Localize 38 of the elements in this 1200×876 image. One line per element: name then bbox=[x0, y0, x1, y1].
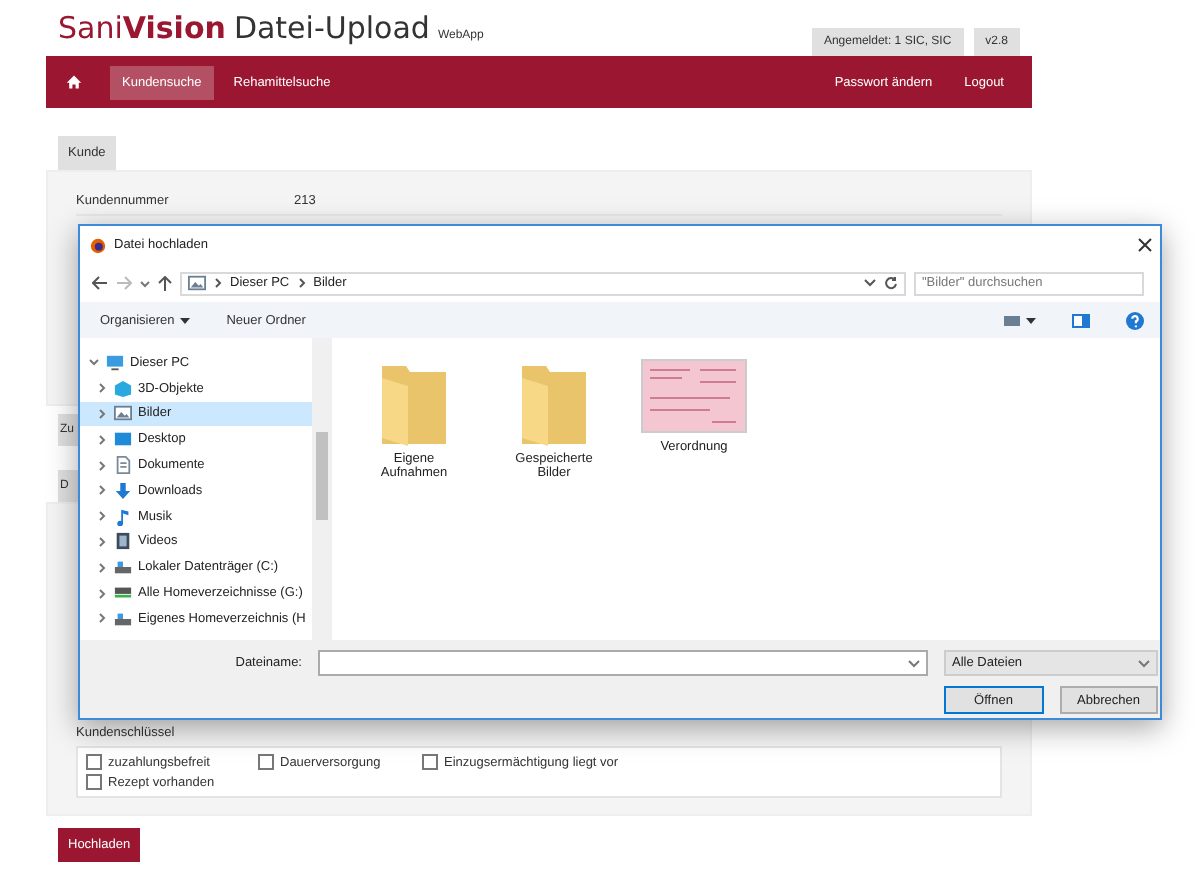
checkbox[interactable] bbox=[86, 774, 102, 790]
checkbox[interactable] bbox=[258, 754, 274, 770]
desktop-icon bbox=[114, 430, 132, 449]
browser-logo-icon bbox=[90, 237, 106, 253]
drive-icon bbox=[114, 609, 132, 628]
chevron-down-icon[interactable] bbox=[140, 279, 150, 287]
chevron-right-icon bbox=[297, 278, 306, 288]
close-icon[interactable] bbox=[1138, 238, 1152, 252]
chevron-right-icon bbox=[214, 278, 222, 288]
download-icon bbox=[114, 481, 132, 500]
up-arrow-icon[interactable] bbox=[158, 275, 172, 291]
network-drive-icon bbox=[114, 584, 132, 603]
back-arrow-icon[interactable] bbox=[92, 276, 108, 290]
view-options-icon[interactable] bbox=[1004, 313, 1036, 327]
drive-icon bbox=[114, 558, 132, 577]
chevron-down-icon[interactable] bbox=[1138, 659, 1150, 667]
chevron-down-icon[interactable] bbox=[864, 278, 876, 288]
caret-icon bbox=[180, 317, 191, 323]
help-icon[interactable] bbox=[1126, 311, 1144, 329]
chevron-down-icon[interactable] bbox=[908, 659, 920, 667]
music-note-icon bbox=[114, 507, 132, 526]
checkbox[interactable] bbox=[86, 754, 102, 770]
home-icon[interactable] bbox=[66, 74, 82, 90]
picture-icon bbox=[114, 404, 132, 423]
app-title: Datei-Upload bbox=[233, 10, 430, 46]
film-icon bbox=[114, 532, 132, 551]
filename-field[interactable] bbox=[318, 650, 928, 676]
app-logo: SaniVision bbox=[58, 10, 226, 48]
chevron-down-icon[interactable] bbox=[88, 356, 100, 369]
cube-icon bbox=[114, 379, 132, 398]
monitor-icon bbox=[106, 353, 124, 372]
picture-icon bbox=[188, 274, 206, 292]
refresh-icon[interactable] bbox=[884, 276, 898, 290]
document-icon bbox=[114, 456, 132, 475]
form-thumbnail-icon bbox=[640, 358, 748, 434]
checkbox[interactable] bbox=[422, 754, 438, 770]
preview-pane-icon[interactable] bbox=[1072, 313, 1090, 327]
scrollbar[interactable] bbox=[312, 338, 330, 640]
